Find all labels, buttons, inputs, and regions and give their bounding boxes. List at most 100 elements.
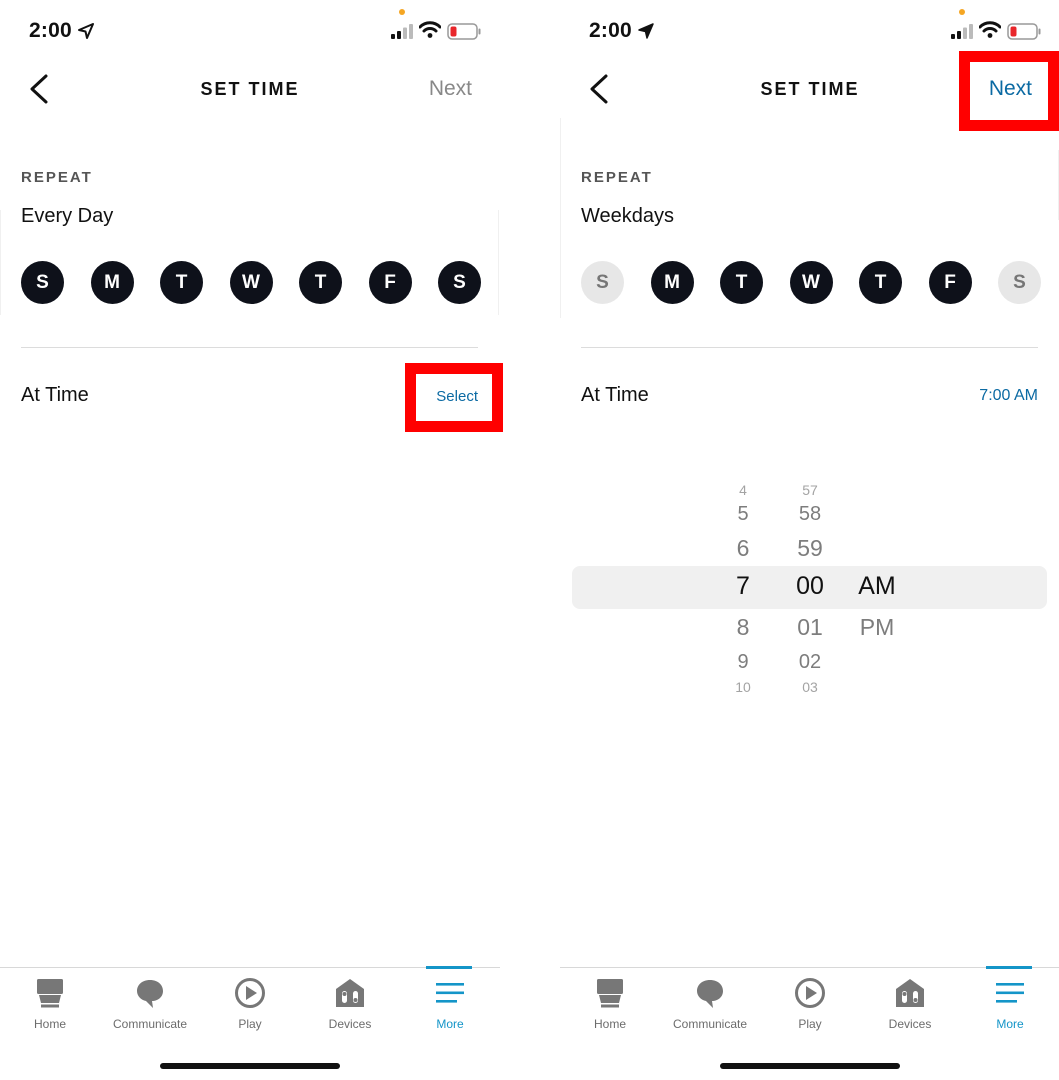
active-tab-indicator — [986, 966, 1032, 969]
repeat-label: REPEAT — [581, 169, 653, 186]
day-toggle-wednesday[interactable]: W — [789, 261, 833, 304]
battery-low-icon — [447, 23, 481, 40]
tab-label: Communicate — [672, 1017, 748, 1031]
day-toggle-tuesday[interactable]: T — [720, 261, 763, 304]
tab-communicate[interactable]: Communicate — [100, 972, 200, 1032]
day-toggle-tuesday[interactable]: T — [160, 261, 203, 304]
tab-more[interactable]: More — [960, 972, 1059, 1032]
tab-devices[interactable]: Devices — [860, 972, 960, 1032]
tab-label: Play — [798, 1017, 822, 1031]
hour-option-selected[interactable]: 7 — [713, 572, 773, 601]
communicate-icon — [137, 980, 163, 1008]
section-divider — [21, 347, 478, 348]
tab-communicate[interactable]: Communicate — [660, 972, 760, 1032]
tab-bar-divider — [560, 967, 1059, 968]
hour-option[interactable]: 4 — [713, 482, 773, 498]
home-icon — [597, 979, 623, 1008]
selected-time-value[interactable]: 7:00 AM — [979, 387, 1038, 405]
hour-option[interactable]: 5 — [713, 503, 773, 526]
day-toggle-saturday[interactable]: S — [438, 261, 481, 304]
minute-option[interactable]: 58 — [780, 503, 840, 526]
location-arrow-icon — [78, 23, 94, 39]
page-title: SET TIME — [760, 79, 860, 99]
minute-option-selected[interactable]: 00 — [780, 572, 840, 601]
at-time-label: At Time — [581, 384, 649, 406]
privacy-indicator-dot — [399, 9, 405, 15]
tab-label: Home — [33, 1017, 66, 1031]
tab-more[interactable]: More — [400, 972, 500, 1032]
tab-label: More — [436, 1017, 464, 1031]
more-icon — [436, 983, 464, 1003]
period-option[interactable]: PM — [847, 614, 907, 641]
play-icon — [795, 978, 825, 1008]
hour-option[interactable]: 9 — [713, 651, 773, 674]
tab-label: Home — [593, 1017, 626, 1031]
home-icon — [37, 979, 63, 1008]
tab-play[interactable]: Play — [200, 972, 300, 1032]
day-toggle-thursday[interactable]: T — [299, 261, 342, 304]
minute-option[interactable]: 59 — [780, 535, 840, 562]
devices-icon — [336, 979, 364, 1007]
home-indicator — [160, 1063, 340, 1069]
play-icon — [235, 978, 265, 1008]
hour-option[interactable]: 6 — [713, 535, 773, 562]
battery-low-icon — [1007, 23, 1041, 40]
repeat-label: REPEAT — [21, 169, 93, 186]
day-toggle-friday[interactable]: F — [368, 261, 412, 304]
page-title: SET TIME — [200, 79, 300, 99]
home-indicator — [720, 1063, 900, 1069]
tab-label: Play — [238, 1017, 262, 1031]
wifi-icon — [419, 21, 441, 38]
select-time-button[interactable]: Select — [436, 388, 478, 405]
day-toggle-friday[interactable]: F — [928, 261, 972, 304]
divider — [560, 118, 561, 318]
more-icon — [996, 983, 1024, 1003]
tab-play[interactable]: Play — [760, 972, 860, 1032]
phone-screen-left: 2:00 SET TIME Next REPEAT Every Day S M … — [0, 0, 503, 1080]
tab-label: Communicate — [112, 1017, 188, 1031]
minute-option[interactable]: 57 — [780, 482, 840, 498]
status-time: 2:00 — [29, 19, 72, 42]
time-picker[interactable]: 4 5 6 7 8 9 10 57 58 59 00 01 02 03 AM P… — [572, 466, 1047, 706]
divider — [498, 210, 499, 315]
tab-label: Devices — [888, 1017, 932, 1031]
active-tab-indicator — [426, 966, 472, 969]
status-time: 2:00 — [589, 19, 632, 42]
day-toggle-thursday[interactable]: T — [859, 261, 902, 304]
period-option-selected[interactable]: AM — [847, 572, 907, 601]
day-toggle-saturday[interactable]: S — [998, 261, 1041, 304]
tab-home[interactable]: Home — [0, 972, 100, 1032]
privacy-indicator-dot — [959, 9, 965, 15]
phone-screen-right: 2:00 SET TIME Next REPEAT Weekdays S M T… — [560, 0, 1059, 1080]
repeat-value: Weekdays — [581, 205, 675, 227]
day-toggle-monday[interactable]: M — [90, 261, 134, 304]
minute-option[interactable]: 01 — [780, 614, 840, 641]
day-selector: S M T W T F S — [21, 261, 481, 304]
minute-option[interactable]: 02 — [780, 651, 840, 674]
communicate-icon — [697, 980, 723, 1008]
repeat-value: Every Day — [21, 205, 114, 227]
day-toggle-wednesday[interactable]: W — [229, 261, 273, 304]
hour-option[interactable]: 8 — [713, 614, 773, 641]
day-toggle-sunday[interactable]: S — [21, 261, 64, 304]
tab-devices[interactable]: Devices — [300, 972, 400, 1032]
day-selector: S M T W T F S — [581, 261, 1041, 304]
cellular-signal-icon — [951, 24, 973, 39]
hour-option[interactable]: 10 — [713, 679, 773, 695]
tab-label: More — [996, 1017, 1024, 1031]
day-toggle-monday[interactable]: M — [650, 261, 694, 304]
wifi-icon — [979, 21, 1001, 38]
next-button[interactable]: Next — [989, 77, 1032, 101]
devices-icon — [896, 979, 924, 1007]
tab-home[interactable]: Home — [560, 972, 660, 1032]
section-divider — [581, 347, 1038, 348]
tab-bar-divider — [0, 967, 500, 968]
at-time-label: At Time — [21, 384, 89, 406]
day-toggle-sunday[interactable]: S — [581, 261, 624, 304]
minute-option[interactable]: 03 — [780, 679, 840, 695]
divider — [0, 210, 1, 315]
location-arrow-icon — [638, 23, 654, 39]
tab-label: Devices — [328, 1017, 372, 1031]
next-button[interactable]: Next — [429, 77, 472, 101]
cellular-signal-icon — [391, 24, 413, 39]
